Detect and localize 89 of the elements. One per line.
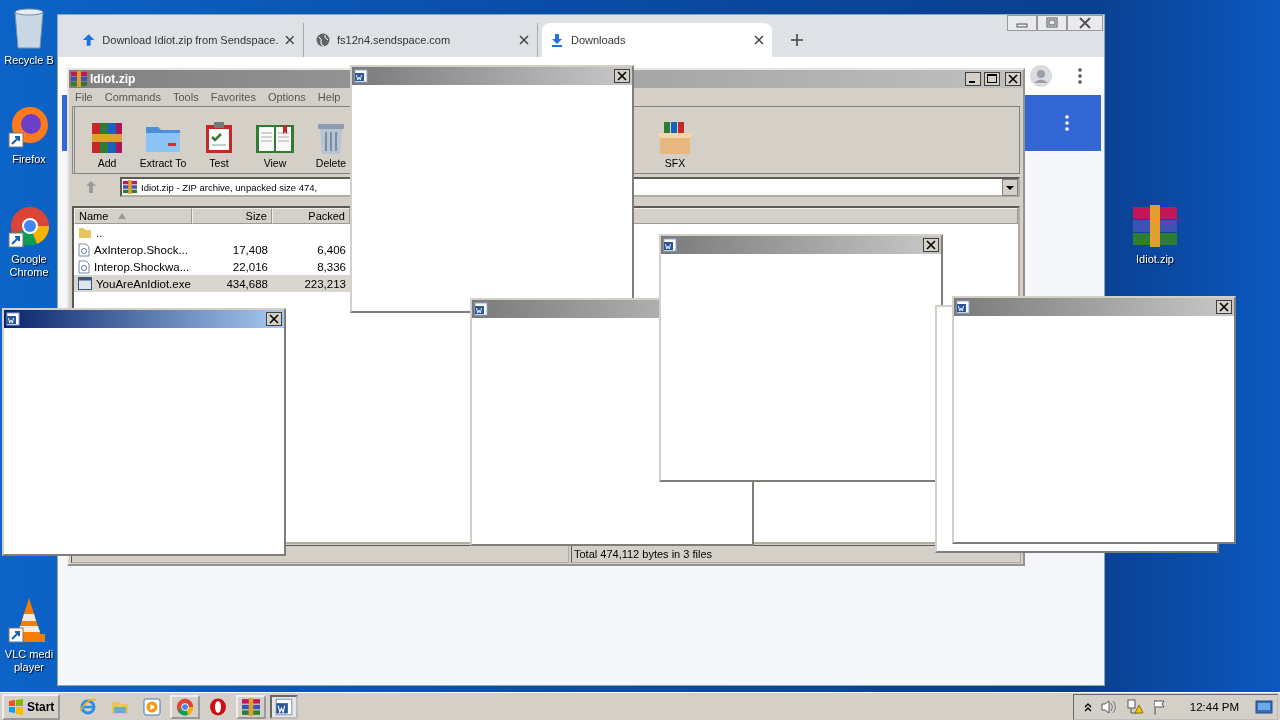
speaker-icon[interactable] [1099, 698, 1118, 715]
document-icon [354, 69, 368, 83]
file-size: 17,408 [232, 243, 268, 256]
open-book-icon [255, 123, 295, 155]
packed-size: 223,213 [304, 277, 346, 290]
archive-books-icon[interactable] [1131, 205, 1179, 249]
close-icon[interactable] [519, 35, 529, 45]
window-title: Idiot.zip [90, 72, 136, 86]
upload-arrow-icon [82, 33, 96, 47]
show-desktop-button[interactable] [1255, 698, 1273, 715]
menu-item[interactable]: File [75, 91, 93, 103]
close-icon[interactable] [754, 35, 764, 45]
books-icon [90, 121, 124, 155]
taskbar-app[interactable] [270, 694, 299, 719]
document-icon [663, 238, 677, 252]
network-warning-icon[interactable] [1125, 698, 1144, 715]
file-size: 22,016 [232, 260, 268, 273]
start-button[interactable]: Start [2, 693, 61, 720]
chrome-icon [176, 697, 195, 716]
file-icon [78, 242, 90, 257]
archive-books-icon [123, 180, 137, 194]
file-name: .. [96, 226, 103, 239]
menu-item[interactable]: Commands [104, 91, 161, 103]
menu-icon[interactable] [1078, 68, 1082, 84]
file-size: 434,688 [226, 277, 268, 290]
firefox-icon[interactable] [7, 105, 51, 149]
toolbar-button[interactable]: SFX [648, 121, 702, 169]
file-row[interactable]: .. [74, 224, 350, 241]
minimize-button[interactable] [965, 72, 981, 86]
clipboard-icon [204, 121, 234, 155]
file-name: YouAreAnIdiot.exe [96, 277, 191, 290]
download-icon [550, 33, 564, 47]
chrome-icon[interactable] [7, 205, 51, 249]
chevron-up-icon[interactable] [1083, 701, 1092, 712]
document-icon [956, 300, 970, 314]
menu-item[interactable]: Tools [173, 91, 199, 103]
close-icon[interactable] [285, 35, 295, 45]
toolbar-button[interactable]: Add [80, 121, 134, 169]
file-row[interactable]: AxInterop.Shock... 17,408 6,406 [74, 241, 350, 258]
toolbar-button[interactable]: Test [192, 121, 246, 169]
desktop-icon-label[interactable]: Recycle B [4, 54, 54, 67]
column-header[interactable]: Name [74, 208, 192, 224]
clock[interactable]: 12:44 PM [1189, 700, 1239, 713]
column-header[interactable]: Packed [272, 208, 350, 224]
menu-item[interactable]: Options [267, 91, 306, 103]
document-icon [275, 697, 294, 716]
new-tab-icon[interactable] [790, 33, 804, 47]
packed-size: 6,406 [317, 243, 346, 256]
desktop-icon-label[interactable]: Idiot.zip [1136, 253, 1174, 266]
document-icon [6, 312, 20, 326]
globe-icon [316, 33, 330, 47]
desktop-icon-label[interactable]: VLC medi player [4, 648, 54, 674]
avatar-icon[interactable] [1030, 65, 1052, 87]
trash-icon [315, 121, 347, 155]
folder-icon [78, 226, 92, 239]
desktop-icon-label[interactable]: Firefox [12, 153, 46, 166]
browser-e-icon [79, 697, 98, 716]
packed-size: 8,336 [317, 260, 346, 273]
close-button[interactable] [923, 238, 939, 252]
file-row[interactable]: YouAreAnIdiot.exe 434,688 223,213 [74, 275, 350, 292]
maximize-button[interactable] [984, 72, 1000, 86]
file-row[interactable]: Interop.Shockwa... 22,016 8,336 [74, 258, 350, 275]
close-button[interactable] [1067, 15, 1103, 31]
archive-books-icon [71, 71, 87, 87]
menu-item[interactable]: Help [317, 91, 341, 103]
close-button[interactable] [1005, 72, 1021, 86]
toolbar-button[interactable]: Extract To [136, 121, 190, 169]
file-name: Interop.Shockwa... [94, 260, 190, 273]
close-button[interactable] [1216, 300, 1232, 314]
opera-icon [209, 697, 228, 716]
desktop-icon-label[interactable]: Google Chrome [9, 253, 49, 279]
toolbar-button[interactable]: View [248, 123, 302, 169]
menu-item[interactable]: Favorites [210, 91, 256, 103]
close-button[interactable] [614, 69, 630, 83]
close-button[interactable] [266, 312, 282, 326]
flag-icon[interactable] [1151, 698, 1168, 715]
play-icon [143, 697, 162, 716]
box-icon [655, 121, 695, 155]
windows-logo-icon [8, 698, 24, 715]
file-name: AxInterop.Shock... [94, 243, 188, 256]
application-icon [78, 277, 92, 290]
sort-arrow-icon [118, 213, 127, 219]
more-options-icon[interactable] [1065, 115, 1069, 131]
status-text: Total 474,112 bytes in 3 files [574, 548, 712, 560]
file-icon [78, 259, 90, 274]
archive-books-icon [241, 697, 262, 716]
column-header[interactable]: Size [192, 208, 272, 224]
document-icon [474, 302, 488, 316]
browser-tab[interactable]: Downloads [542, 23, 772, 57]
